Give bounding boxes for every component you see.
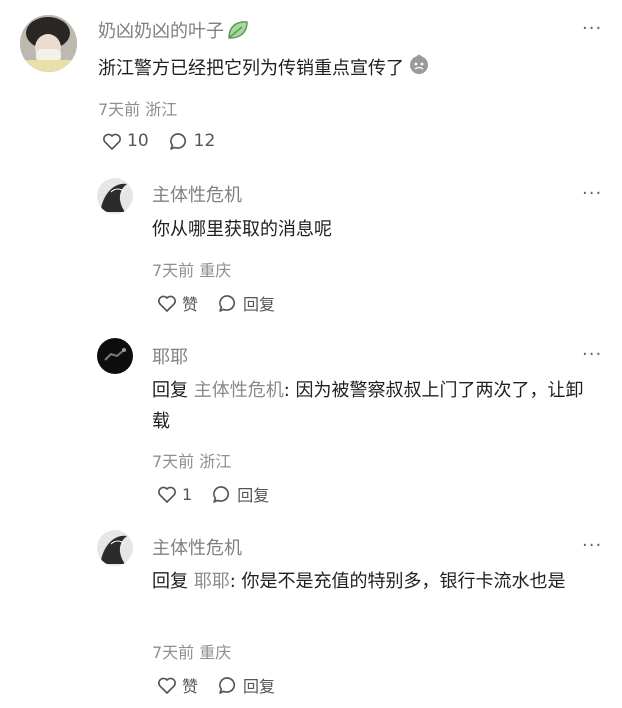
speech-bubble-icon	[219, 676, 236, 694]
comment-count-button[interactable]: 12	[169, 131, 215, 151]
more-options-button[interactable]: ···	[582, 344, 602, 365]
reply-meta: 7天前 重庆	[152, 261, 232, 280]
username[interactable]: 奶凶奶凶的叶子	[98, 17, 250, 46]
reply-button[interactable]: 回复	[218, 291, 275, 315]
avatar-photo-icon	[97, 530, 133, 566]
more-options-button[interactable]: ···	[582, 18, 602, 39]
avatar-photo-icon	[97, 178, 133, 214]
reply-text: 回复 耶耶: 你是不是充值的特别多，银行卡流水也是	[152, 571, 566, 592]
more-options-button[interactable]: ···	[582, 535, 602, 556]
username[interactable]: 主体性危机	[152, 181, 242, 207]
avatar[interactable]	[97, 530, 133, 566]
like-button[interactable]: 赞	[157, 673, 198, 697]
reply-actions: 1 回复	[157, 482, 289, 506]
reply-button[interactable]: 回复	[212, 482, 269, 506]
reply-text: 你从哪里获取的消息呢	[152, 219, 332, 240]
avatar[interactable]	[20, 15, 77, 72]
comment-actions: 10 12	[102, 131, 235, 151]
reply-to-user[interactable]: 耶耶	[194, 571, 230, 592]
more-options-button[interactable]: ···	[582, 183, 602, 204]
emoji-icon	[408, 53, 430, 85]
speech-bubble-icon	[219, 294, 236, 312]
heart-icon	[158, 677, 176, 694]
reply-meta: 7天前 浙江	[152, 452, 232, 471]
avatar-photo-icon	[97, 338, 133, 374]
username[interactable]: 主体性危机	[152, 534, 242, 560]
avatar-photo-icon	[20, 15, 77, 72]
speech-bubble-icon	[169, 132, 186, 150]
like-button[interactable]: 赞	[157, 291, 198, 315]
reply-text: 回复 主体性危机: 因为被警察叔叔上门了两次了，让卸载	[152, 380, 584, 432]
heart-icon	[103, 133, 121, 150]
leaf-badge-icon	[226, 19, 250, 46]
comment-meta: 7天前 浙江	[98, 100, 178, 119]
speech-bubble-icon	[213, 485, 230, 503]
reply-actions: 赞 回复	[157, 291, 295, 315]
heart-icon	[158, 486, 176, 503]
reply-to-user[interactable]: 主体性危机	[194, 380, 284, 401]
like-button[interactable]: 1	[157, 485, 192, 504]
reply-actions: 赞 回复	[157, 673, 295, 697]
heart-icon	[158, 295, 176, 312]
username[interactable]: 耶耶	[152, 343, 188, 369]
avatar[interactable]	[97, 178, 133, 214]
avatar[interactable]	[97, 338, 133, 374]
reply-button[interactable]: 回复	[218, 673, 275, 697]
comment-text: 浙江警方已经把它列为传销重点宣传了	[98, 53, 430, 85]
like-button[interactable]: 10	[102, 131, 149, 151]
reply-meta: 7天前 重庆	[152, 643, 232, 662]
